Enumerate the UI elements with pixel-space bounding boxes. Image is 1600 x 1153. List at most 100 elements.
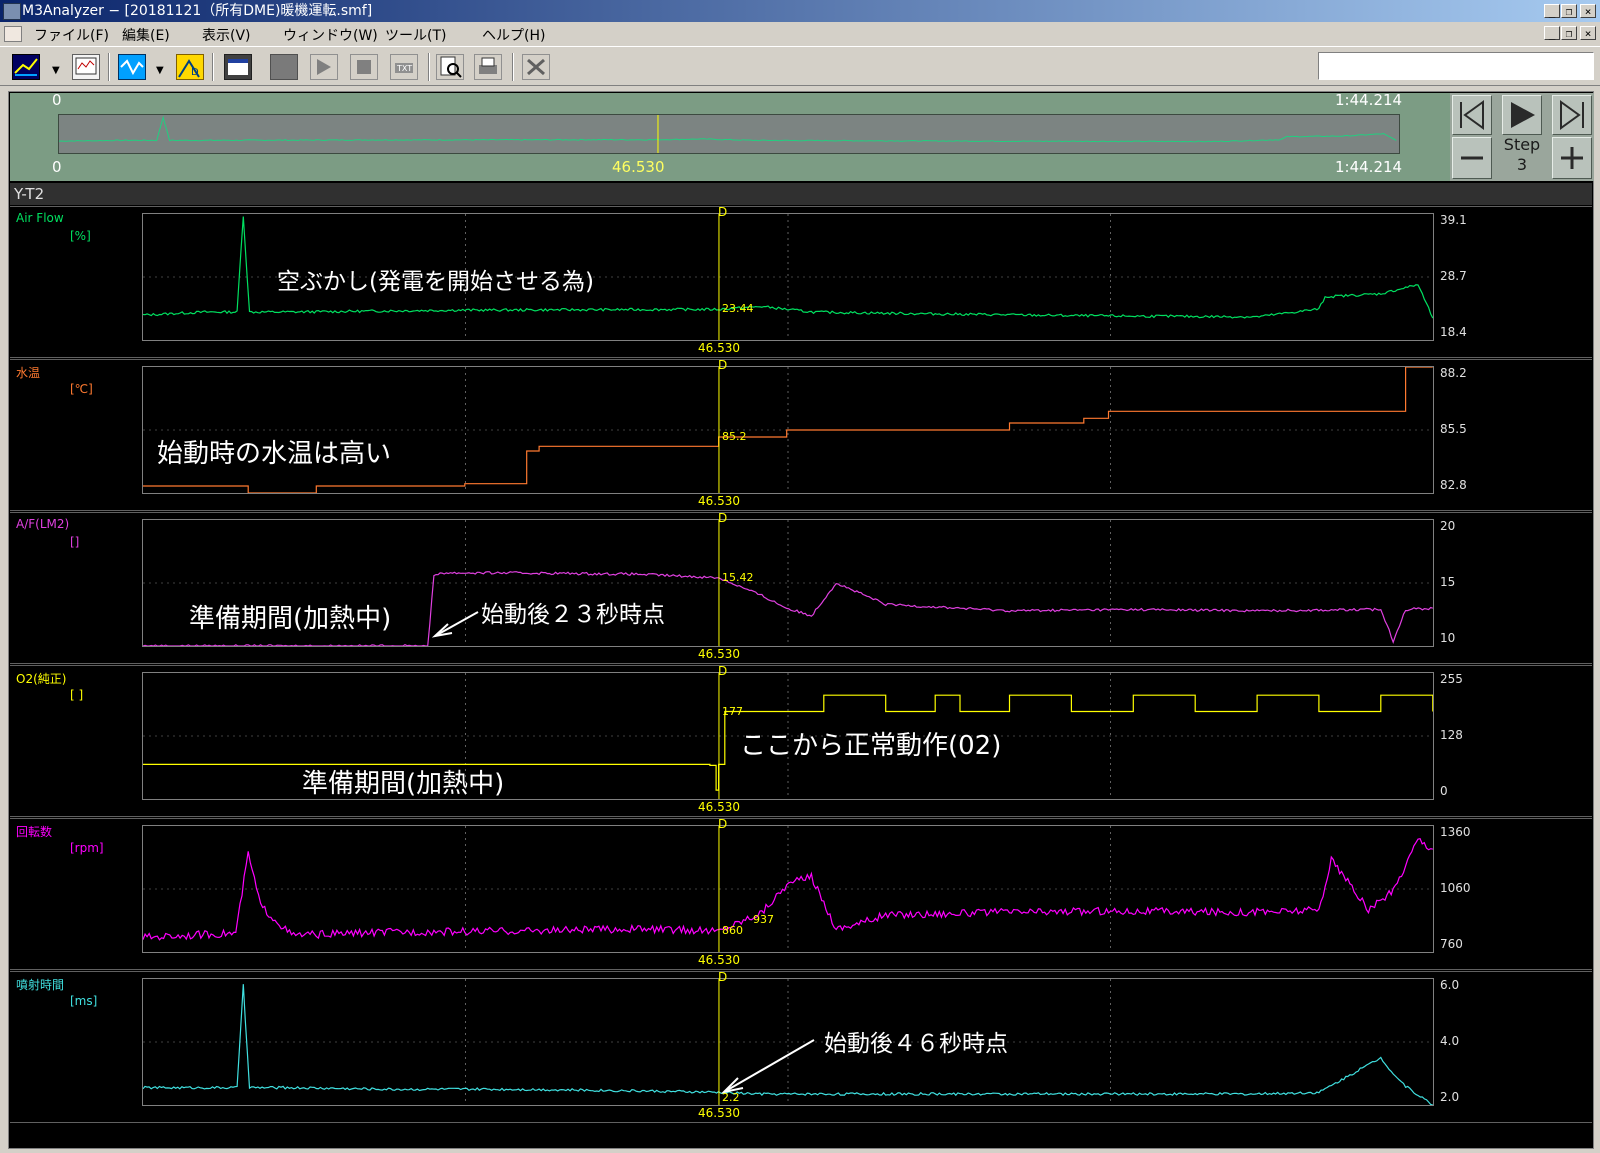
maximize-button[interactable]: ❐ bbox=[1561, 4, 1577, 18]
chevron-down-icon[interactable]: ▼ bbox=[52, 65, 60, 76]
cursor-marker: D bbox=[718, 664, 728, 678]
menu-file[interactable]: ファイル(F) bbox=[34, 25, 109, 45]
scale-tick: 760 bbox=[1440, 937, 1463, 951]
app-icon bbox=[3, 3, 21, 20]
svg-text:D: D bbox=[191, 67, 199, 78]
child-close-button[interactable]: × bbox=[1580, 26, 1596, 40]
scale-tick: 2.0 bbox=[1440, 1090, 1460, 1104]
overview-line bbox=[59, 115, 1397, 143]
stop-icon[interactable] bbox=[350, 54, 378, 80]
graph-icon[interactable] bbox=[12, 54, 40, 80]
overview-start-label: 0 bbox=[52, 91, 62, 109]
signal-unit: [] bbox=[70, 535, 80, 549]
ruler-icon[interactable]: D bbox=[176, 54, 204, 80]
print-preview-icon[interactable] bbox=[436, 54, 464, 80]
scale-tick: 39.1 bbox=[1440, 213, 1467, 227]
menu-edit[interactable]: 編集(E) bbox=[122, 25, 170, 45]
cursor-marker: D bbox=[718, 817, 728, 831]
signal-panel[interactable]: Air Flow [%] 23.44 D 46.530 39.1 28.7 18.4 bbox=[10, 205, 1592, 358]
child-minimize-button[interactable]: _ bbox=[1544, 26, 1560, 40]
scale-tick: 85.5 bbox=[1440, 422, 1467, 436]
step-back-button[interactable] bbox=[1452, 95, 1492, 135]
signal-plot bbox=[143, 826, 1433, 952]
signal-label: 回転数 bbox=[16, 825, 53, 839]
signal-panel[interactable]: A/F(LM2)[] 15.42 D 46.530 20 15 10 bbox=[10, 511, 1592, 664]
annotation-af-prep: 準備期間(加熱中) bbox=[189, 604, 392, 634]
menu-view[interactable]: 表示(V) bbox=[202, 25, 251, 45]
close-button[interactable]: × bbox=[1580, 4, 1596, 18]
scale-tick: 10 bbox=[1440, 631, 1456, 645]
cursor-value: 2.2 bbox=[721, 1091, 740, 1104]
step-label: Step bbox=[1503, 135, 1541, 154]
calendar-icon[interactable] bbox=[224, 54, 252, 80]
record-icon[interactable] bbox=[270, 54, 298, 80]
cursor-marker: D bbox=[718, 205, 728, 219]
cursor-time: 46.530 bbox=[698, 800, 740, 814]
menu-bar: ファイル(F) 編集(E) 表示(V) ウィンドウ(W) ツール(T) ヘルプ(… bbox=[0, 22, 1600, 46]
signal-panel[interactable]: 回転数 [rpm] 860 937 D 46.530 1360 1060 760 bbox=[10, 817, 1592, 970]
toolbar-separator bbox=[428, 53, 430, 81]
cursor-value: 85.2 bbox=[721, 430, 747, 443]
scale-tick: 6.0 bbox=[1440, 978, 1460, 992]
signal-label: 水温 bbox=[16, 366, 41, 380]
signal-unit: [rpm] bbox=[70, 841, 104, 855]
overview-start-bottom: 0 bbox=[52, 158, 62, 176]
step-decrease-button[interactable] bbox=[1452, 137, 1492, 179]
chevron-down-icon[interactable]: ▼ bbox=[156, 65, 164, 76]
toolbar-field[interactable] bbox=[1318, 52, 1594, 80]
scale-tick: 88.2 bbox=[1440, 366, 1467, 380]
export-icon[interactable]: TXT bbox=[390, 54, 418, 80]
settings-icon[interactable] bbox=[522, 54, 550, 80]
monitor-icon[interactable] bbox=[72, 54, 100, 80]
series-line bbox=[143, 984, 1433, 1105]
svg-text:TXT: TXT bbox=[396, 64, 412, 73]
cursor-marker: D bbox=[718, 970, 728, 984]
cursor-time: 46.530 bbox=[698, 494, 740, 508]
play-button[interactable] bbox=[1502, 95, 1542, 135]
step-forward-button[interactable] bbox=[1552, 95, 1592, 135]
view-title: Y-T2 bbox=[10, 183, 1592, 205]
scale-tick: 255 bbox=[1440, 672, 1463, 686]
signal-label: Air Flow bbox=[16, 211, 64, 225]
cursor-marker: D bbox=[718, 511, 728, 525]
overview-panel[interactable]: 0 1:44.214 0 46.530 1:44.214 bbox=[10, 91, 1450, 181]
child-restore-button[interactable]: ❐ bbox=[1561, 26, 1577, 40]
scale-tick: 15 bbox=[1440, 575, 1456, 589]
extra-value: 937 bbox=[752, 913, 774, 926]
annotation-o2-prep: 準備期間(加熱中) bbox=[302, 769, 505, 799]
cursor-value: 23.44 bbox=[721, 302, 754, 316]
plot-area[interactable]: 2.2 bbox=[142, 978, 1434, 1106]
overview-strip[interactable] bbox=[58, 114, 1400, 154]
print-icon[interactable] bbox=[474, 54, 502, 80]
signal-unit: [℃] bbox=[70, 382, 93, 396]
compare-icon[interactable] bbox=[118, 54, 146, 80]
menu-help[interactable]: ヘルプ(H) bbox=[482, 25, 545, 45]
overview-cursor-time: 46.530 bbox=[612, 158, 665, 176]
signal-unit: [%] bbox=[70, 229, 91, 243]
flag-icon[interactable] bbox=[310, 54, 338, 80]
scale-tick: 20 bbox=[1440, 519, 1456, 533]
annotation-af-23s: 始動後２３秒時点 bbox=[481, 602, 665, 628]
signal-unit: [ms] bbox=[70, 994, 98, 1008]
document-icon[interactable] bbox=[4, 26, 22, 42]
playback-controls: Step 3 bbox=[1450, 93, 1594, 181]
signal-label: A/F(LM2) bbox=[16, 517, 70, 531]
menu-window[interactable]: ウィンドウ(W) bbox=[283, 25, 378, 45]
annotation-inj-46s: 始動後４６秒時点 bbox=[824, 1031, 1008, 1057]
minimize-button[interactable]: _ bbox=[1544, 4, 1560, 18]
step-increase-button[interactable] bbox=[1552, 137, 1592, 179]
cursor-time: 46.530 bbox=[698, 647, 740, 661]
scale-tick: 4.0 bbox=[1440, 1034, 1460, 1048]
scale-tick: 1360 bbox=[1440, 825, 1471, 839]
signal-panel[interactable]: 噴射時間 [ms] 2.2 D 46.530 6.0 4.0 2.0 bbox=[10, 970, 1592, 1123]
annotation-airflow: 空ぶかし(発電を開始させる為) bbox=[277, 269, 594, 295]
toolbar-separator bbox=[212, 53, 214, 81]
menu-tools[interactable]: ツール(T) bbox=[385, 25, 446, 45]
overview-end-label: 1:44.214 bbox=[1335, 91, 1403, 109]
plot-area[interactable]: 85.2 bbox=[142, 366, 1434, 494]
signal-plot bbox=[143, 367, 1433, 493]
signal-label: 噴射時間 bbox=[16, 978, 65, 992]
scale-tick: 28.7 bbox=[1440, 269, 1467, 283]
plot-area[interactable]: 860 937 bbox=[142, 825, 1434, 953]
signal-label: O2(純正) bbox=[16, 672, 67, 686]
